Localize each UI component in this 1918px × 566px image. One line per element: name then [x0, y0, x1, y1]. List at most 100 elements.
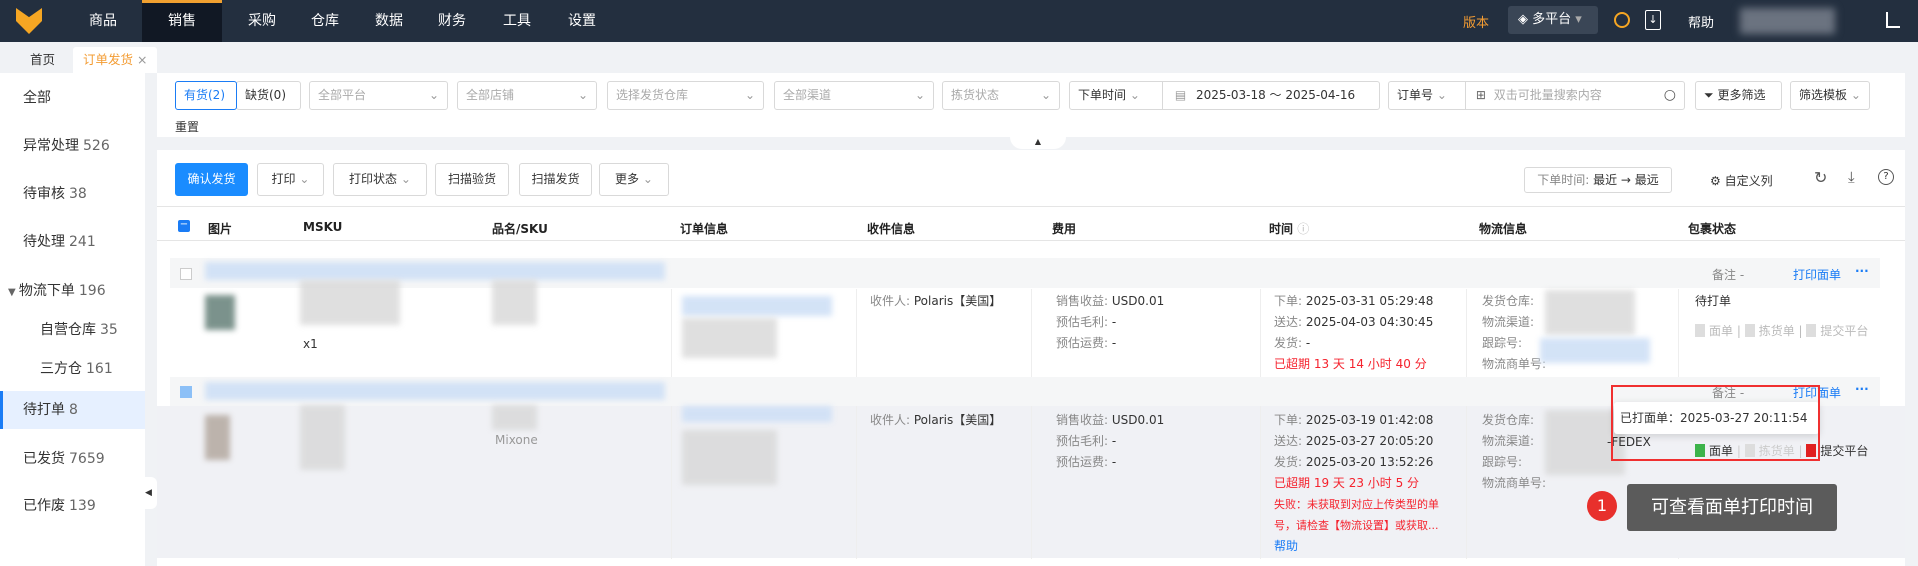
search-input[interactable]: 双击可批量搜索内容: [1494, 88, 1602, 102]
nav-item[interactable]: 设置: [542, 0, 622, 42]
refresh-icon[interactable]: ↻: [1814, 168, 1827, 187]
version-link[interactable]: 版本: [1463, 12, 1489, 31]
text: ⌄: [1850, 88, 1861, 102]
text: 提交平台: [1820, 324, 1869, 338]
pick-status-select[interactable]: 拣货状态 ⌄: [942, 81, 1060, 110]
export-icon[interactable]: ⤓: [1848, 168, 1855, 186]
sort-button[interactable]: 下单时间: 最近 → 最远: [1524, 167, 1672, 193]
sidebar-item-logistics[interactable]: ▼ 物流下单 196: [0, 272, 145, 310]
print-label-link[interactable]: 打印面单: [1793, 266, 1841, 283]
tab-home[interactable]: 首页: [20, 47, 65, 73]
date-range-input[interactable]: 2025-03-18 ～ 2025-04-16: [1196, 88, 1355, 102]
text: -: [1305, 336, 1311, 350]
text: 已作废: [23, 498, 65, 514]
sidebar-item-all[interactable]: 全部: [0, 79, 145, 117]
sidebar-item-review[interactable]: 待审核 38: [0, 175, 145, 213]
text: ⌄: [400, 172, 411, 186]
col-order-info: 订单信息: [680, 222, 729, 236]
col-time: 时间 ⓘ: [1269, 220, 1309, 237]
out-stock-toggle[interactable]: 缺货(0): [236, 81, 301, 110]
channel-select[interactable]: 全部渠道 ⌄: [774, 81, 934, 110]
text: 38: [69, 186, 87, 202]
nav-item-active[interactable]: 销售: [142, 0, 222, 42]
close-icon[interactable]: ×: [137, 52, 147, 67]
text: 预估运费: -: [1056, 333, 1164, 354]
chevron-down-icon: ⌄: [428, 88, 439, 102]
col-image: 图片: [208, 222, 233, 236]
help-link[interactable]: 帮助: [1274, 536, 1459, 557]
recipient: 收件人: Polaris【美国】: [870, 291, 1001, 312]
time-type-select[interactable]: 下单时间 ⌄: [1070, 82, 1163, 109]
download-icon[interactable]: ↓: [1645, 10, 1661, 30]
print-button[interactable]: 打印 ⌄: [257, 163, 324, 196]
sidebar-item-to-print[interactable]: 待打单 8: [0, 391, 145, 429]
custom-columns-button[interactable]: ⚙ 自定义列: [1710, 172, 1773, 189]
text: [856, 406, 857, 558]
search-type-select[interactable]: 订单号 ⌄: [1389, 82, 1466, 109]
text: 筛选模板: [1799, 88, 1848, 102]
sidebar-item-own-warehouse[interactable]: 自营仓库 35: [0, 311, 145, 349]
help-icon[interactable]: ?: [1878, 169, 1894, 185]
search-filter[interactable]: 订单号 ⌄ ⊞ 双击可批量搜索内容 ○: [1388, 81, 1685, 110]
warehouse-select[interactable]: 选择发货仓库 ⌄: [607, 81, 764, 110]
text: 待处理: [23, 234, 65, 250]
in-stock-toggle[interactable]: 有货(2): [175, 81, 237, 110]
nav-item[interactable]: 商品: [63, 0, 143, 42]
text: 送达: 2025-03-27 20:05:20: [1274, 431, 1459, 452]
text: 送达: 2025-04-03 04:30:45: [1274, 312, 1433, 333]
sidebar-item-exception[interactable]: 异常处理 526: [0, 127, 145, 165]
text: 送达:: [1274, 434, 1303, 448]
text: 收件人:: [870, 294, 911, 308]
scan-check-button[interactable]: 扫描验货: [435, 163, 509, 196]
chevron-down-icon: ⌄: [914, 88, 925, 102]
error-text: 失败：未获取到对应上传类型的单号，请检查【物流设置】或获取...: [1274, 498, 1439, 532]
col-fees: 费用: [1052, 222, 1077, 236]
more-actions-icon[interactable]: ···: [1855, 382, 1869, 396]
help-link[interactable]: 帮助: [1688, 12, 1714, 31]
text: 全部: [23, 90, 51, 106]
logo-icon[interactable]: [16, 8, 42, 34]
filter-icon: ⏷: [1704, 88, 1714, 102]
support-icon[interactable]: [1614, 12, 1630, 28]
text: 异常处理: [23, 138, 79, 154]
filter-template-select[interactable]: 筛选模板 ⌄: [1790, 81, 1870, 110]
sidebar: 全部 异常处理 526 待审核 38 待处理 241 ▼ 物流下单 196 自营仓库 35…: [0, 73, 145, 566]
confirm-ship-button[interactable]: 确认发货: [175, 163, 248, 196]
scan-ship-button[interactable]: 扫描发货: [519, 163, 592, 196]
print-status-button[interactable]: 打印状态 ⌄: [333, 163, 427, 196]
date-filter[interactable]: 下单时间 ⌄ ▤ 2025-03-18 ～ 2025-04-16: [1069, 81, 1380, 110]
more-actions-icon[interactable]: ···: [1855, 264, 1869, 278]
text: -: [1111, 315, 1117, 329]
shop-select[interactable]: 全部店铺 ⌄: [457, 81, 597, 110]
text: 发货: 2025-03-20 13:52:26: [1274, 452, 1459, 473]
collapse-filter-toggle[interactable]: ▲: [1010, 137, 1066, 149]
row-checkbox[interactable]: [180, 268, 192, 280]
sidebar-item-third-party[interactable]: 三方仓 161: [0, 350, 145, 388]
platform-switch[interactable]: ◈ 多平台 ▾: [1508, 6, 1598, 34]
sidebar-collapse-handle[interactable]: ◀: [145, 477, 157, 509]
text: 物流渠道:: [1482, 434, 1535, 448]
row-checkbox[interactable]: [180, 386, 192, 398]
reset-button[interactable]: 重置: [175, 118, 199, 135]
text: -: [1111, 455, 1117, 469]
fullscreen-icon[interactable]: [1886, 12, 1900, 28]
text: USD0.01: [1111, 413, 1165, 427]
text: -: [1111, 434, 1117, 448]
user-avatar[interactable]: [1740, 8, 1835, 34]
tab-order-shipping[interactable]: 订单发货 ×: [73, 47, 158, 73]
text: 全部渠道: [783, 88, 832, 102]
text: Polaris【美国】: [913, 294, 1002, 308]
tab-label: 订单发货: [83, 52, 134, 67]
sidebar-item-voided[interactable]: 已作废 139: [0, 487, 145, 525]
more-button[interactable]: 更多 ⌄: [599, 163, 669, 196]
text: 送达:: [1274, 315, 1303, 329]
sidebar-item-pending[interactable]: 待处理 241: [0, 223, 145, 261]
platform-select[interactable]: 全部平台 ⌄: [309, 81, 448, 110]
text: ⌄: [1126, 88, 1140, 102]
select-all-checkbox[interactable]: −: [178, 220, 190, 232]
redacted-content: [682, 296, 832, 316]
text: 订单号: [1397, 88, 1434, 102]
more-filters-button[interactable]: ⏷ 更多筛选: [1695, 81, 1782, 110]
text: 跟踪号:: [1482, 336, 1523, 350]
sidebar-item-shipped[interactable]: 已发货 7659: [0, 440, 145, 478]
